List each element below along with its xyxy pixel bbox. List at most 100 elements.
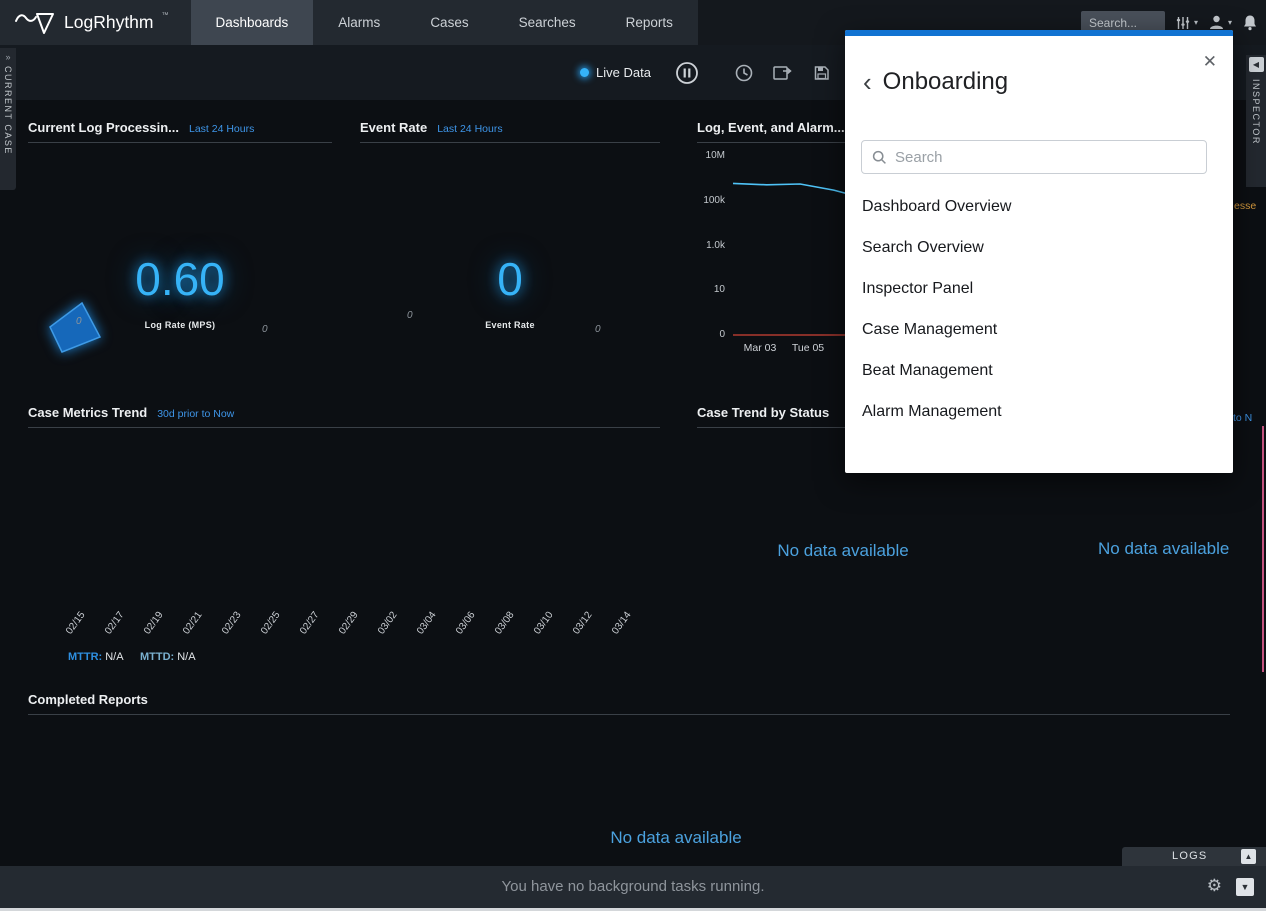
- logs-label: LOGS: [1172, 850, 1207, 862]
- logs-tab[interactable]: LOGS ▲: [1122, 847, 1266, 866]
- status-message: You have no background tasks running.: [0, 866, 1266, 908]
- bell-icon[interactable]: [1242, 14, 1258, 31]
- mttr-label: MTTR:: [68, 651, 102, 663]
- panel-case-metrics-trend: Case Metrics Trend 30d prior to Now 02/1…: [28, 405, 660, 677]
- filters-menu[interactable]: ▾: [1175, 15, 1198, 31]
- time-range-icon[interactable]: [735, 64, 753, 82]
- expand-up-icon[interactable]: ▲: [1241, 849, 1256, 864]
- status-bar: You have no background tasks running. ⚙ …: [0, 866, 1266, 908]
- onboarding-popup: ✕ ‹ Onboarding Dashboard OverviewSearch …: [845, 30, 1233, 473]
- current-case-tab[interactable]: » CURRENT CASE: [0, 48, 16, 190]
- popout-icon[interactable]: [773, 65, 792, 81]
- logrhythm-logo: [14, 10, 56, 36]
- panel-title: Current Log Processin...: [28, 120, 179, 135]
- x-tick-label: 02/29: [337, 610, 361, 637]
- event-rate-value: 0: [360, 252, 660, 306]
- onboarding-search-input[interactable]: [895, 149, 1196, 166]
- x-tick-label: 03/10: [532, 610, 556, 637]
- x-tick-label: Tue 05: [786, 342, 830, 354]
- x-tick-label: 03/06: [454, 610, 478, 637]
- tab-searches[interactable]: Searches: [494, 0, 601, 45]
- x-axis: 02/15 02/17 02/19 02/21 02/23 02/25 02/27 02/29…: [28, 405, 660, 677]
- current-case-label: CURRENT CASE: [3, 66, 13, 155]
- user-icon: [1208, 14, 1225, 31]
- x-tick-label: 02/25: [259, 610, 283, 637]
- event-rate-label: Event Rate: [360, 320, 660, 330]
- trademark: ™: [162, 12, 169, 19]
- x-tick-label: 02/21: [181, 610, 205, 637]
- tab-reports[interactable]: Reports: [601, 0, 698, 45]
- chevron-down-icon: ▾: [1194, 18, 1198, 27]
- panel-current-log-processing: Current Log Processin... Last 24 Hours 0…: [28, 120, 332, 370]
- gauge-max-label: 0: [262, 324, 268, 335]
- x-tick-label: 03/02: [376, 610, 400, 637]
- gear-icon[interactable]: ⚙: [1207, 876, 1222, 896]
- x-tick-label: 03/08: [493, 610, 517, 637]
- panel-time-range[interactable]: Last 24 Hours: [189, 123, 254, 135]
- expand-right-icon[interactable]: »: [5, 51, 10, 63]
- onboarding-item[interactable]: Alarm Management: [845, 391, 1233, 432]
- mttr-value: N/A: [105, 651, 123, 663]
- gauge-min-label: 0: [76, 316, 82, 327]
- panel-time-range[interactable]: Last 24 Hours: [437, 123, 502, 135]
- popup-accent-bar: [845, 30, 1233, 36]
- logrhythm-app: Live Data Current Log Processin... Last …: [0, 0, 1266, 911]
- panel-title: Case Trend by Status: [697, 405, 829, 420]
- onboarding-search[interactable]: [861, 140, 1207, 174]
- onboarding-list: Dashboard OverviewSearch OverviewInspect…: [845, 186, 1233, 432]
- onboarding-item[interactable]: Inspector Panel: [845, 268, 1233, 309]
- no-data-message: No data available: [1098, 539, 1229, 559]
- x-tick-label: 02/27: [298, 610, 322, 637]
- tab-alarms[interactable]: Alarms: [313, 0, 405, 45]
- x-tick-label: 02/15: [64, 610, 88, 637]
- filters-icon: [1175, 15, 1191, 31]
- onboarding-item[interactable]: Search Overview: [845, 227, 1233, 268]
- clipped-legend-text: esse: [1234, 200, 1256, 212]
- no-data-message: No data available: [697, 541, 989, 561]
- inspector-label: INSPECTOR: [1251, 79, 1261, 145]
- gauge-needle: [46, 300, 104, 356]
- clipped-time-range-text: to N: [1233, 412, 1252, 424]
- x-tick-label: 02/23: [220, 610, 244, 637]
- user-menu[interactable]: ▾: [1208, 14, 1232, 31]
- inspector-tab[interactable]: ◀ INSPECTOR: [1246, 55, 1266, 187]
- y-tick-label: 100k: [697, 195, 725, 206]
- log-rate-value: 0.60: [28, 252, 332, 306]
- panel-edge-line: [1262, 426, 1264, 672]
- x-tick-label: 03/14: [610, 610, 634, 637]
- x-tick-label: Mar 03: [738, 342, 782, 354]
- y-tick-label: 10M: [697, 150, 725, 161]
- y-axis: 10M100k1.0k100: [697, 120, 727, 370]
- case-metrics-footer: MTTR:N/A MTTD:N/A: [68, 651, 196, 663]
- onboarding-item[interactable]: Beat Management: [845, 350, 1233, 391]
- no-data-message: No data available: [576, 828, 776, 848]
- save-icon[interactable]: [814, 65, 832, 81]
- close-icon[interactable]: ✕: [1203, 52, 1217, 72]
- pause-icon: [675, 61, 699, 85]
- tab-cases[interactable]: Cases: [405, 0, 493, 45]
- collapse-down-icon[interactable]: ▼: [1236, 878, 1254, 896]
- main-tabs: Dashboards Alarms Cases Searches Reports: [191, 0, 698, 45]
- x-tick-label: 03/12: [571, 610, 595, 637]
- x-tick-label: 02/19: [142, 610, 166, 637]
- brand-name: LogRhythm: [64, 12, 154, 33]
- panel-event-rate: Event Rate Last 24 Hours 0 Event Rate 0 …: [360, 120, 660, 370]
- back-icon[interactable]: ‹: [863, 69, 872, 95]
- onboarding-item[interactable]: Dashboard Overview: [845, 186, 1233, 227]
- gauge-min-label: 0: [407, 310, 413, 321]
- gauge-max-label: 0: [595, 324, 601, 335]
- tab-dashboards[interactable]: Dashboards: [191, 0, 314, 45]
- x-tick-label: 02/17: [103, 610, 127, 637]
- panel-completed-reports: Completed Reports No data available: [28, 692, 1230, 852]
- x-tick-label: 03/04: [415, 610, 439, 637]
- collapse-left-icon[interactable]: ◀: [1249, 57, 1264, 72]
- panel-title: Event Rate: [360, 120, 427, 135]
- y-tick-label: 0: [697, 329, 725, 340]
- chevron-down-icon: ▾: [1228, 18, 1232, 27]
- y-tick-label: 1.0k: [697, 240, 725, 251]
- onboarding-item[interactable]: Case Management: [845, 309, 1233, 350]
- brand: LogRhythm ™: [0, 0, 191, 45]
- popup-title: Onboarding: [883, 68, 1008, 96]
- pause-button[interactable]: [675, 61, 699, 85]
- live-data-label: Live Data: [596, 65, 651, 80]
